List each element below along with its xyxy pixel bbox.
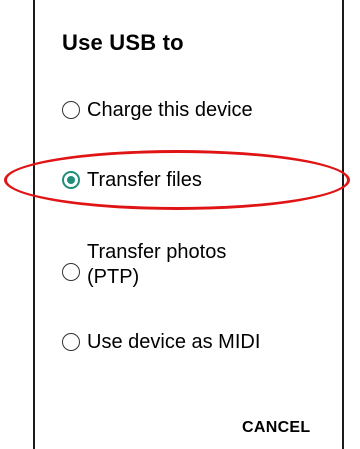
dialog-left-border bbox=[33, 0, 35, 449]
radio-unchecked-icon[interactable] bbox=[62, 101, 80, 119]
option-label-line1: Transfer photos bbox=[87, 241, 227, 263]
option-label-line2: (PTP) bbox=[87, 266, 140, 288]
cancel-button[interactable]: CANCEL bbox=[242, 415, 310, 441]
dialog-right-border bbox=[342, 0, 344, 449]
radio-checked-icon[interactable] bbox=[62, 171, 80, 189]
option-label: Charge this device bbox=[87, 99, 253, 121]
option-label: Transfer photos (PTP) bbox=[87, 240, 226, 290]
radio-unchecked-icon[interactable] bbox=[62, 263, 80, 281]
option-label: Use device as MIDI bbox=[87, 331, 261, 353]
option-transfer-photos-ptp[interactable]: Transfer photos (PTP) bbox=[62, 240, 226, 290]
option-label: Transfer files bbox=[87, 169, 202, 191]
option-use-device-as-midi[interactable]: Use device as MIDI bbox=[62, 330, 260, 354]
usb-options-dialog: Use USB to Charge this device Transfer f… bbox=[0, 0, 360, 449]
radio-unchecked-icon[interactable] bbox=[62, 333, 80, 351]
dialog-title: Use USB to bbox=[62, 30, 184, 55]
option-transfer-files[interactable]: Transfer files bbox=[62, 168, 202, 192]
option-charge-this-device[interactable]: Charge this device bbox=[62, 98, 253, 122]
